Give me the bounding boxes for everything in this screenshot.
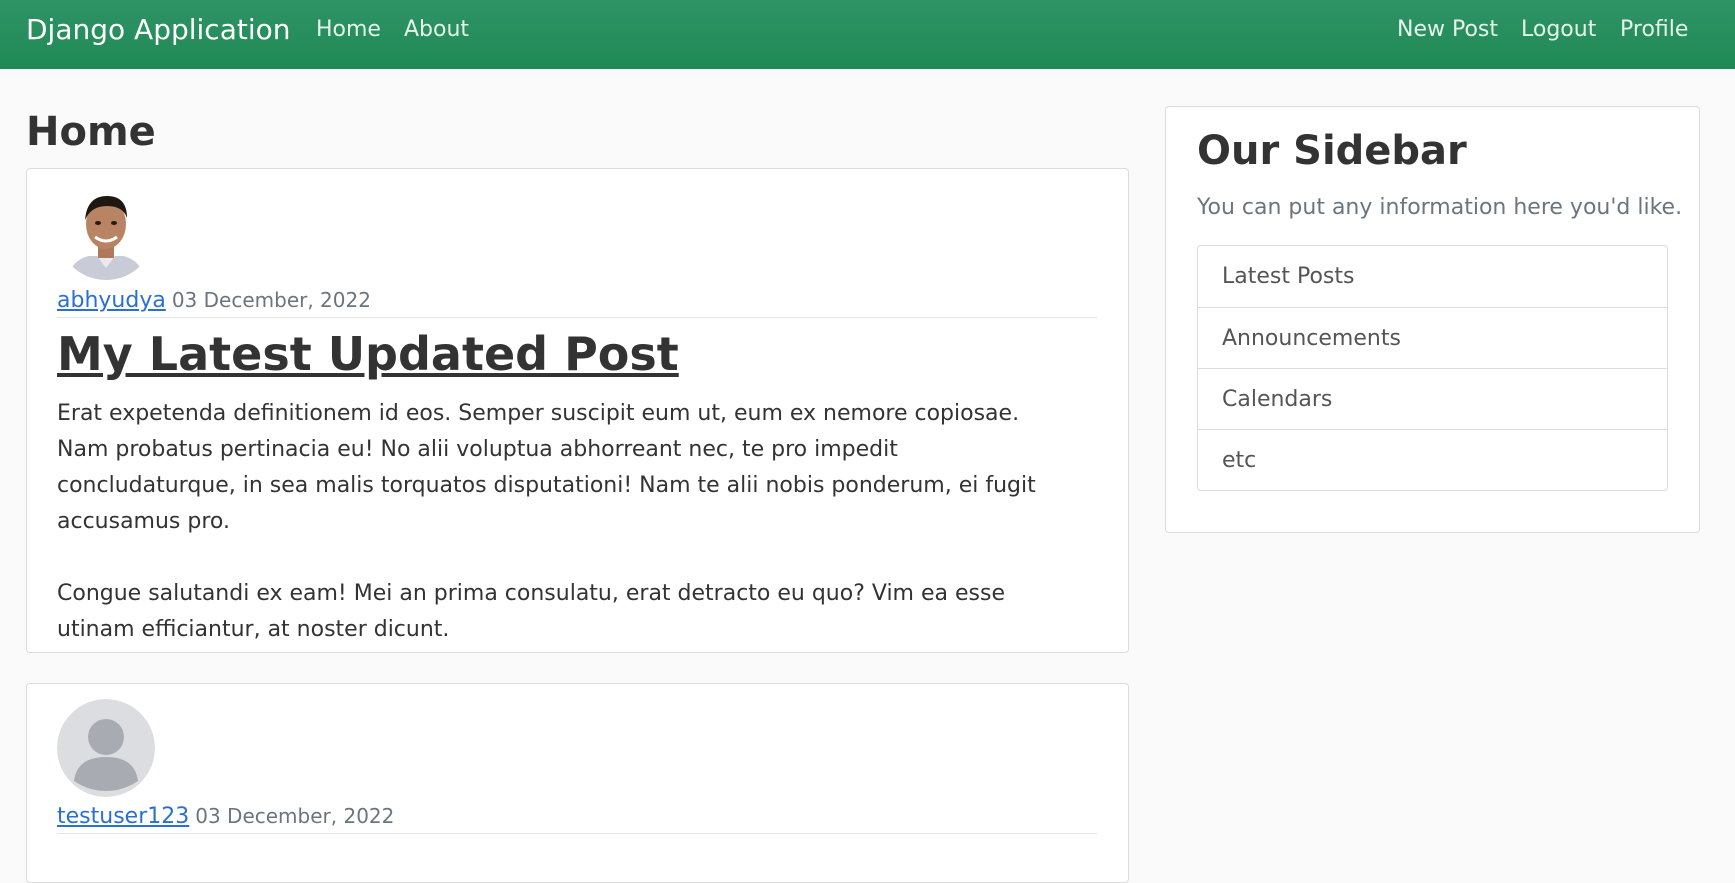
post-paragraph: Congue salutandi ex eam! Mei an prima co… — [57, 581, 1005, 642]
brand-link[interactable]: Django Application — [26, 14, 291, 46]
sidebar-item-etc[interactable]: etc — [1198, 429, 1667, 490]
nav-link-new-post[interactable]: New Post — [1397, 17, 1498, 43]
sidebar-item-latest-posts[interactable]: Latest Posts — [1198, 246, 1667, 307]
nav-link-logout[interactable]: Logout — [1521, 17, 1596, 43]
sidebar-item-calendars[interactable]: Calendars — [1198, 368, 1667, 429]
sidebar-item-announcements[interactable]: Announcements — [1198, 307, 1667, 368]
post-content: Erat expetenda definitionem id eos. Semp… — [57, 396, 1077, 648]
page-title: Home — [26, 109, 156, 155]
post-meta: abhyudya 03 December, 2022 — [57, 288, 1097, 318]
default-user-avatar-icon — [57, 699, 155, 797]
post-meta: testuser123 03 December, 2022 — [57, 804, 1097, 834]
nav-link-profile[interactable]: Profile — [1620, 17, 1688, 43]
post-date: 03 December, 2022 — [195, 804, 395, 828]
nav-link-about[interactable]: About — [404, 17, 469, 43]
post-card: testuser123 03 December, 2022 — [26, 683, 1129, 883]
sidebar: Our Sidebar You can put any information … — [1165, 106, 1700, 533]
post-date: 03 December, 2022 — [171, 288, 371, 312]
nav-link-home[interactable]: Home — [316, 17, 381, 43]
post-title-link[interactable]: My Latest Updated Post — [57, 327, 679, 381]
sidebar-description: You can put any information here you'd l… — [1197, 195, 1683, 220]
navbar: Django Application Home About New Post L… — [0, 0, 1735, 69]
post-paragraph: Erat expetenda definitionem id eos. Semp… — [57, 401, 1036, 534]
author-link[interactable]: abhyudya — [57, 288, 166, 313]
user-photo-icon — [57, 182, 155, 280]
post-card: abhyudya 03 December, 2022 My Latest Upda… — [26, 168, 1129, 653]
sidebar-title: Our Sidebar — [1197, 128, 1467, 174]
author-link[interactable]: testuser123 — [57, 804, 189, 829]
sidebar-list: Latest Posts Announcements Calendars etc — [1197, 245, 1668, 491]
